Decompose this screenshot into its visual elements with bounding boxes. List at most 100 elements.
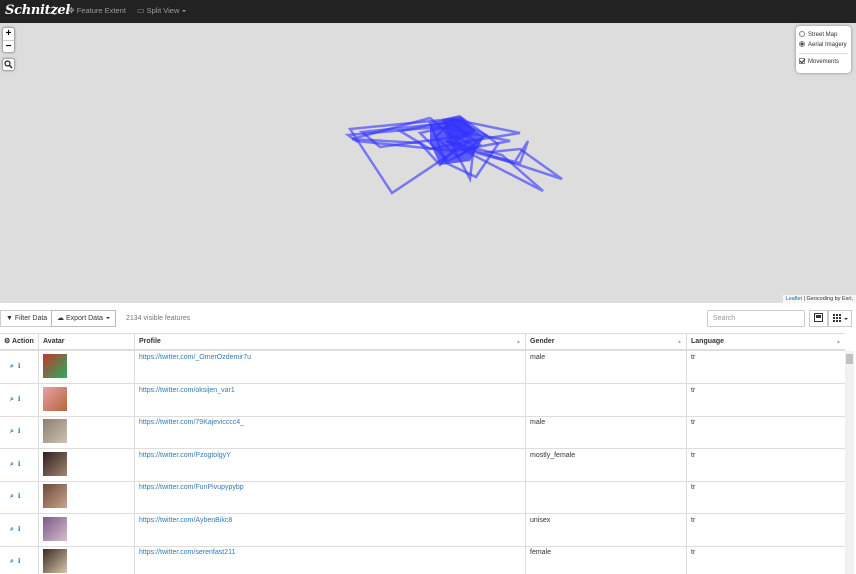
- map-view[interactable]: + − Street Map Aerial Imagery Movements …: [0, 23, 856, 303]
- zoom-to-feature-icon[interactable]: ⌕: [10, 558, 14, 565]
- leaflet-link[interactable]: Leaflet: [786, 296, 803, 302]
- features-table: ⚙ Action Avatar Profile ▲ Gender ▲ Languag…: [0, 333, 856, 574]
- movements-option[interactable]: Movements: [799, 57, 848, 67]
- aerial-imagery-option[interactable]: Aerial Imagery: [799, 40, 848, 50]
- info-icon[interactable]: ℹ: [18, 461, 21, 468]
- avatar: [43, 484, 67, 508]
- info-icon[interactable]: ℹ: [18, 526, 21, 533]
- table-row[interactable]: ⌕ ℹ https://twitter.com/_OmerOzdemir7u male…: [0, 351, 845, 384]
- map-attribution: Leaflet | Geocoding by Esri,: [782, 295, 856, 303]
- language-cell: tr: [686, 513, 845, 546]
- gender-cell: mostly_female: [525, 448, 686, 481]
- gender-cell: [525, 481, 686, 513]
- avatar-cell: [38, 351, 134, 383]
- attribution-text: | Geocoding by Esri,: [803, 296, 853, 302]
- movements-checkbox[interactable]: [799, 58, 805, 64]
- avatar-cell: [38, 448, 134, 481]
- table-row[interactable]: ⌕ ℹ https://twitter.com/PzogtolgyY mostly_f…: [0, 448, 845, 482]
- column-profile[interactable]: Profile ▲: [134, 334, 525, 350]
- brand-logo[interactable]: Schnitzel: [5, 3, 70, 18]
- column-gender-label: Gender: [530, 338, 555, 345]
- row-actions: ⌕ ℹ: [0, 481, 38, 513]
- column-language[interactable]: Language ▲: [686, 334, 845, 350]
- info-icon[interactable]: ℹ: [18, 558, 21, 565]
- caret-down-icon: [843, 317, 848, 320]
- profile-link[interactable]: https://twitter.com/serenfast211: [139, 549, 235, 556]
- sort-icon: ▲: [836, 339, 841, 345]
- profile-cell: https://twitter.com/FunPivupypybp: [134, 481, 525, 513]
- table-row[interactable]: ⌕ ℹ https://twitter.com/AybenBikc8 unisex tr: [0, 513, 845, 547]
- zoom-to-feature-icon[interactable]: ⌕: [10, 396, 14, 403]
- magnifier-icon: [4, 60, 13, 69]
- zoom-out-button[interactable]: −: [3, 40, 14, 52]
- card-view-icon: [814, 313, 823, 322]
- feature-extent-label: Feature Extent: [76, 6, 126, 15]
- profile-cell: https://twitter.com/PzogtolgyY: [134, 448, 525, 481]
- profile-cell: https://twitter.com/_OmerOzdemir7u: [134, 351, 525, 383]
- column-action-label: Action: [11, 338, 34, 345]
- language-cell: tr: [686, 383, 845, 416]
- column-gender[interactable]: Gender ▲: [525, 334, 686, 350]
- profile-cell: https://twitter.com/oksijen_var1: [134, 383, 525, 416]
- street-map-radio[interactable]: [799, 31, 805, 37]
- table-scrollbar[interactable]: [845, 351, 854, 574]
- info-icon[interactable]: ℹ: [18, 428, 21, 435]
- row-actions: ⌕ ℹ: [0, 384, 38, 416]
- table-row[interactable]: ⌕ ℹ https://twitter.com/FunPivupypybp tr: [0, 481, 845, 514]
- gender-cell: male: [525, 416, 686, 448]
- row-actions: ⌕ ℹ: [0, 514, 38, 546]
- export-data-dropdown[interactable]: ☁ Export Data: [51, 310, 116, 327]
- column-avatar[interactable]: Avatar: [38, 334, 134, 350]
- scrollbar-thumb[interactable]: [846, 354, 853, 364]
- zoom-in-button[interactable]: +: [3, 28, 14, 40]
- profile-link[interactable]: https://twitter.com/PzogtolgyY: [139, 452, 231, 459]
- aerial-imagery-radio[interactable]: [799, 41, 805, 47]
- sort-icon: ▲: [516, 339, 521, 345]
- column-action[interactable]: ⚙ Action: [0, 334, 38, 350]
- zoom-to-feature-icon[interactable]: ⌕: [10, 428, 14, 435]
- movements-layer: [344, 115, 563, 195]
- street-map-option[interactable]: Street Map: [799, 30, 848, 40]
- language-cell: tr: [686, 448, 845, 481]
- zoom-to-feature-icon[interactable]: ⌕: [10, 461, 14, 468]
- columns-icon: [832, 314, 841, 322]
- profile-link[interactable]: https://twitter.com/_OmerOzdemir7u: [139, 354, 251, 361]
- avatar: [43, 451, 67, 476]
- info-icon[interactable]: ℹ: [18, 396, 21, 403]
- feature-extent-button[interactable]: ✥ Feature Extent: [68, 0, 126, 23]
- map-search-button[interactable]: [2, 58, 15, 71]
- profile-link[interactable]: https://twitter.com/AybenBikc8: [139, 517, 232, 524]
- filter-data-button[interactable]: ▼ Filter Data: [0, 310, 54, 327]
- table-row[interactable]: ⌕ ℹ https://twitter.com/79Kajevicccc4_ male…: [0, 416, 845, 449]
- language-cell: tr: [686, 546, 845, 574]
- laptop-icon: ▭: [137, 6, 145, 15]
- table-search-input[interactable]: Search: [707, 310, 805, 327]
- toggle-view-button[interactable]: [809, 310, 828, 327]
- gender-cell: [525, 383, 686, 416]
- avatar-cell: [38, 416, 134, 448]
- columns-dropdown[interactable]: [828, 310, 852, 327]
- table-row[interactable]: ⌕ ℹ https://twitter.com/serenfast211 female…: [0, 546, 845, 574]
- language-cell: tr: [686, 351, 845, 383]
- street-map-label: Street Map: [808, 32, 838, 38]
- avatar: [43, 419, 67, 443]
- info-icon[interactable]: ℹ: [18, 493, 21, 500]
- movements-label: Movements: [808, 59, 840, 65]
- caret-down-icon: [105, 317, 110, 320]
- zoom-to-feature-icon[interactable]: ⌕: [10, 493, 14, 500]
- info-icon[interactable]: ℹ: [18, 363, 21, 370]
- profile-link[interactable]: https://twitter.com/oksijen_var1: [139, 387, 235, 394]
- profile-link[interactable]: https://twitter.com/FunPivupypybp: [139, 484, 244, 491]
- avatar-cell: [38, 383, 134, 416]
- zoom-to-feature-icon[interactable]: ⌕: [10, 526, 14, 533]
- zoom-to-feature-icon[interactable]: ⌕: [10, 363, 14, 370]
- table-row[interactable]: ⌕ ℹ https://twitter.com/oksijen_var1 tr: [0, 383, 845, 417]
- column-avatar-label: Avatar: [43, 338, 65, 345]
- avatar: [43, 354, 67, 378]
- sort-icon: ▲: [677, 339, 682, 345]
- profile-cell: https://twitter.com/79Kajevicccc4_: [134, 416, 525, 448]
- avatar-cell: [38, 481, 134, 513]
- split-view-dropdown[interactable]: ▭ Split View: [137, 0, 187, 23]
- profile-link[interactable]: https://twitter.com/79Kajevicccc4_: [139, 419, 244, 426]
- gender-cell: unisex: [525, 513, 686, 546]
